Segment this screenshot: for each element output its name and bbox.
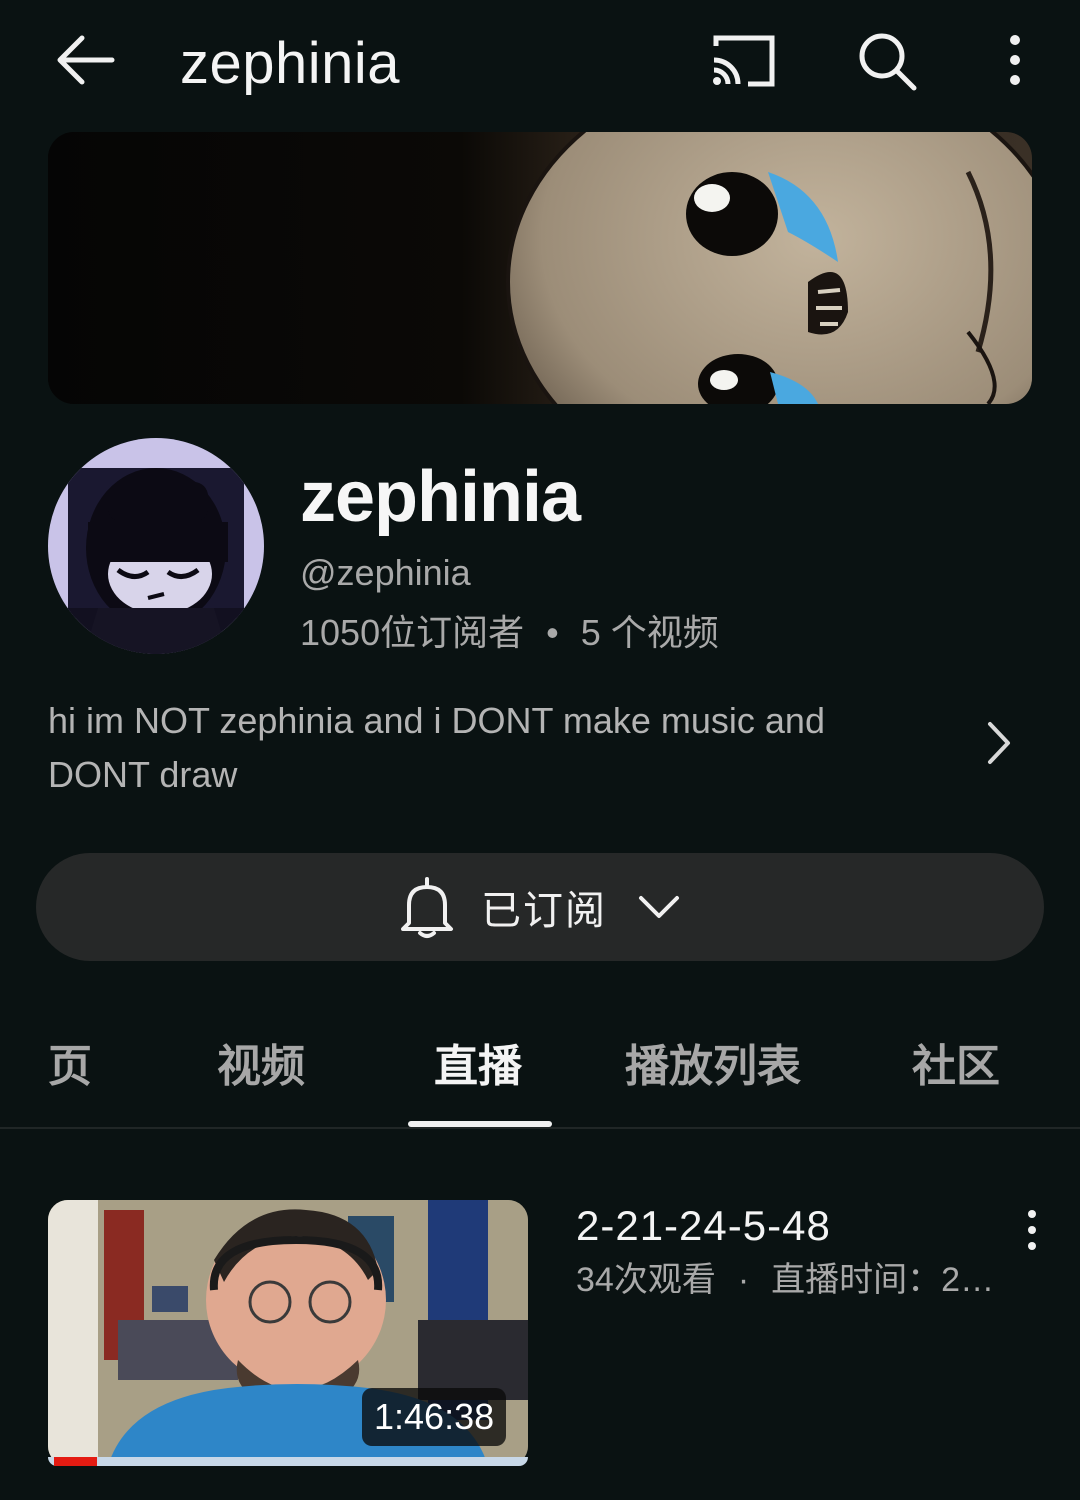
page-title: zephinia xyxy=(180,31,401,96)
tab-home[interactable]: 页 xyxy=(48,1030,92,1094)
view-count: 34次观看 xyxy=(576,1261,716,1299)
channel-name: zephinia xyxy=(300,457,581,537)
chevron-down-icon xyxy=(637,892,681,922)
subscribed-button[interactable]: 已订阅 xyxy=(36,853,1044,961)
active-tab-indicator xyxy=(408,1121,552,1127)
channel-description[interactable]: hi im NOT zephinia and i DONT make music… xyxy=(48,694,908,802)
stats-separator: • xyxy=(546,612,559,653)
stream-time: 直播时间：2… xyxy=(771,1261,995,1299)
bell-icon xyxy=(399,875,455,939)
watch-progress-track xyxy=(48,1457,528,1466)
channel-avatar[interactable] xyxy=(48,438,264,654)
chevron-right-icon[interactable] xyxy=(978,718,1018,768)
top-app-bar: zephinia xyxy=(0,0,1080,120)
channel-banner xyxy=(48,132,1032,404)
meta-separator: · xyxy=(737,1261,750,1299)
video-meta: 34次观看 · 直播时间：2… xyxy=(576,1252,1026,1301)
search-icon[interactable] xyxy=(852,26,922,94)
cast-icon[interactable] xyxy=(708,30,780,90)
video-duration-badge: 1:46:38 xyxy=(362,1388,507,1446)
tab-playlists[interactable]: 播放列表 xyxy=(625,1030,801,1094)
subscribed-label: 已订阅 xyxy=(481,889,607,933)
tab-videos[interactable]: 视频 xyxy=(217,1030,305,1094)
channel-handle: @zephinia xyxy=(300,552,471,593)
video-title[interactable]: 2-21-24-5-48 xyxy=(576,1202,831,1250)
more-vert-icon[interactable] xyxy=(995,28,1035,92)
channel-stats: 1050位订阅者 • 5 个视频 xyxy=(300,604,719,656)
tab-divider xyxy=(0,1127,1080,1129)
watch-progress-fill xyxy=(54,1457,97,1466)
tab-live[interactable]: 直播 xyxy=(434,1030,522,1094)
subscriber-count: 1050位订阅者 xyxy=(300,612,525,653)
video-more-icon[interactable] xyxy=(1020,1206,1044,1254)
back-arrow-icon[interactable] xyxy=(50,28,120,92)
tab-community[interactable]: 社区 xyxy=(912,1030,1000,1094)
video-count: 5 个视频 xyxy=(580,612,719,653)
